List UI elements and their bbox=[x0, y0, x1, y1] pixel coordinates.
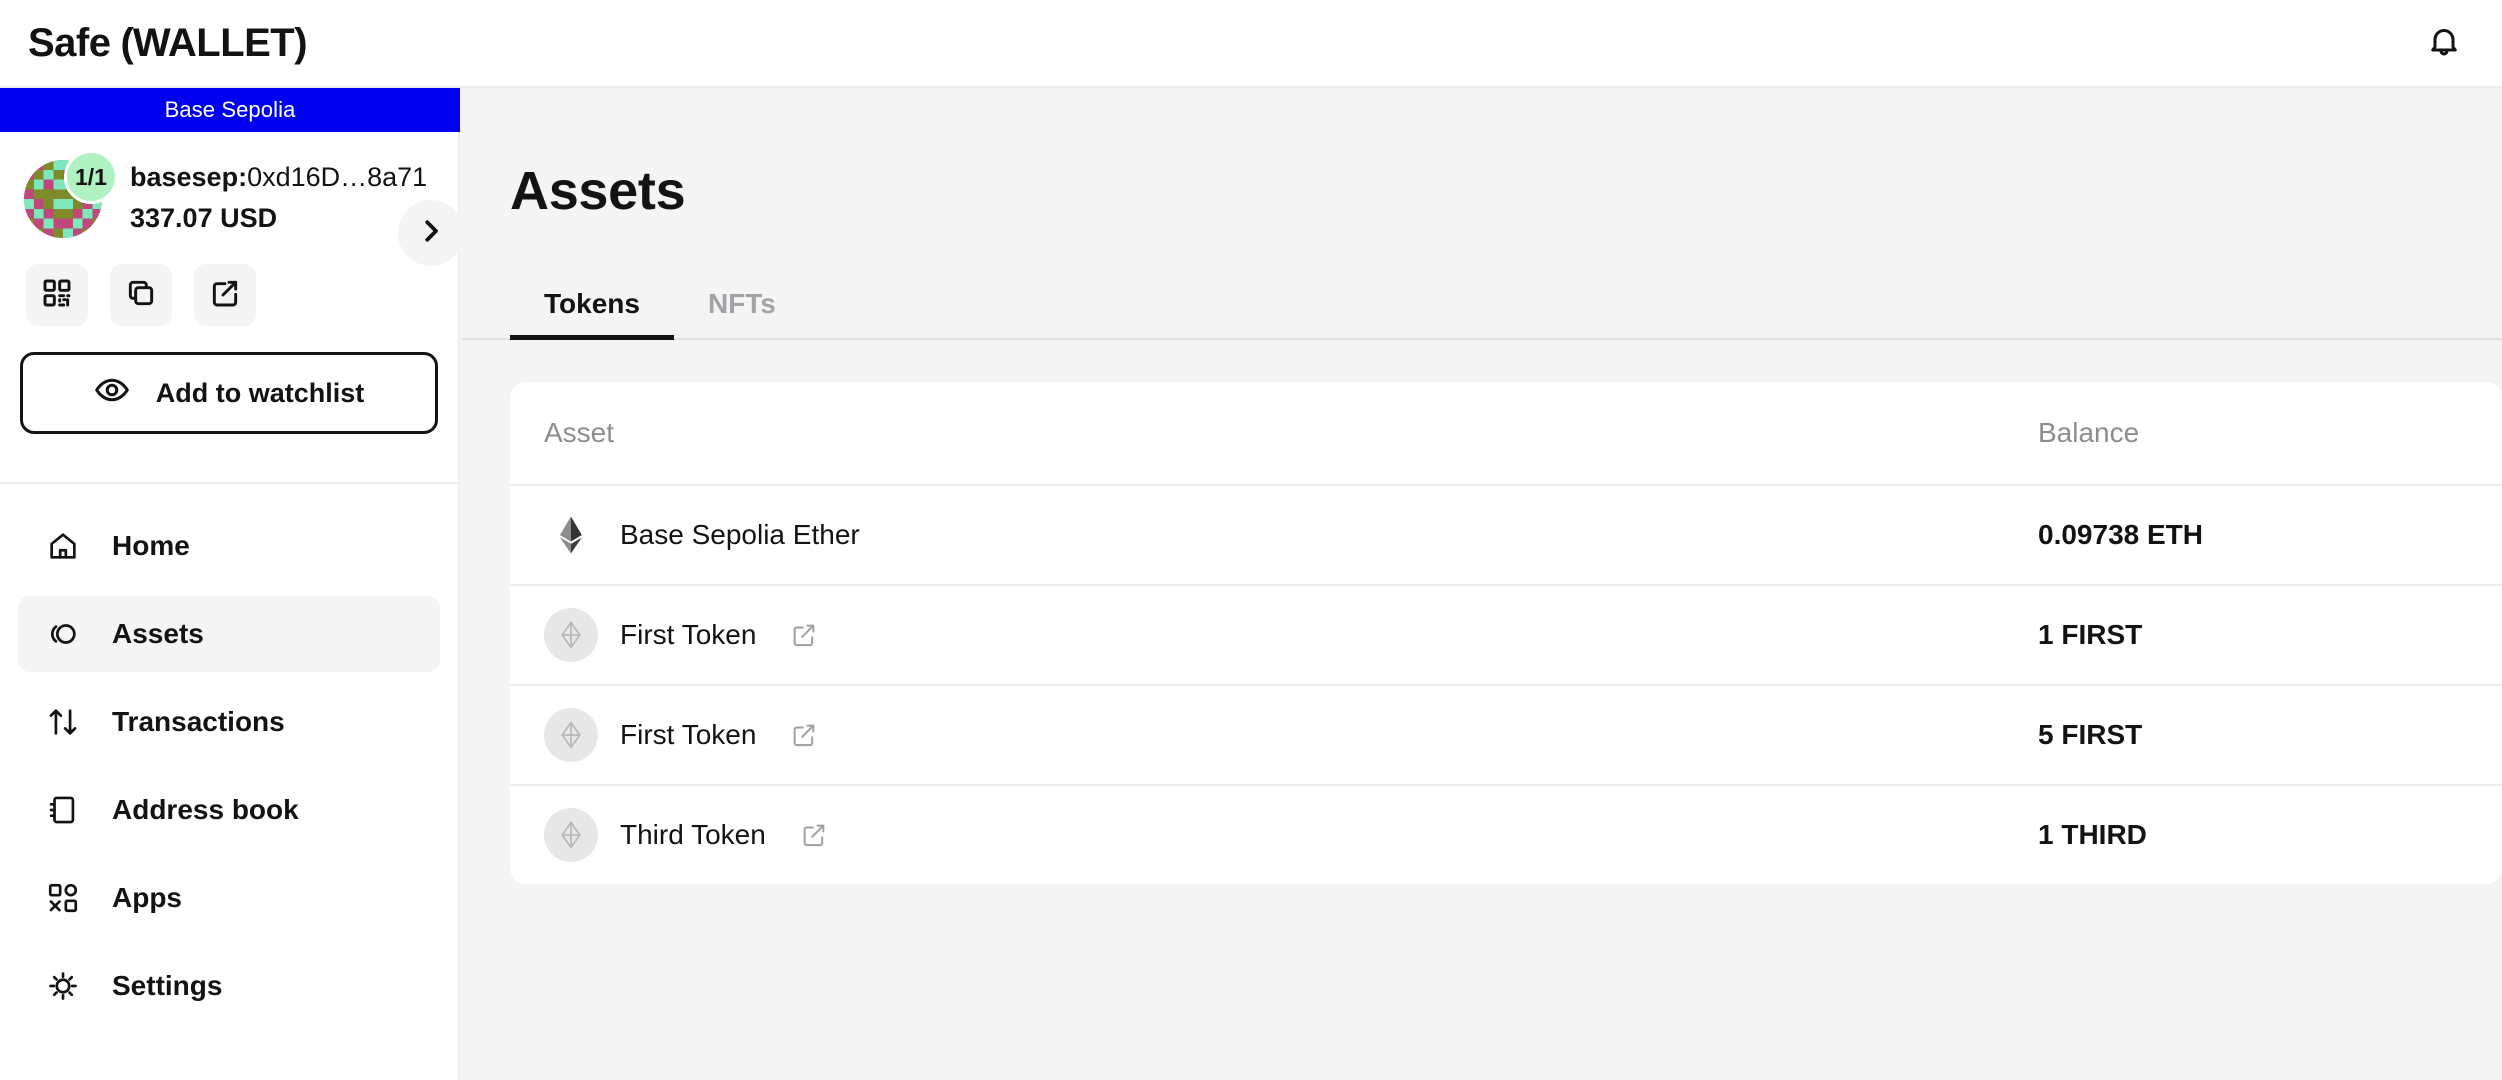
sidebar-item-label: Apps bbox=[112, 882, 182, 913]
watchlist-section: Add to watchlist bbox=[0, 326, 458, 460]
sidebar-item-transactions[interactable]: Transactions bbox=[18, 684, 440, 760]
asset-name: First Token bbox=[620, 719, 757, 750]
account-summary[interactable]: 1/1 basesep:0xd16D…8a71 337.07 USD bbox=[0, 150, 458, 238]
token-placeholder-icon bbox=[544, 608, 598, 662]
asset-cell: First Token bbox=[544, 708, 2038, 762]
brand-bracket-close: ) bbox=[294, 20, 307, 65]
transactions-icon bbox=[44, 703, 82, 741]
eye-icon bbox=[94, 372, 130, 415]
tab-label: Tokens bbox=[544, 288, 640, 319]
page-title: Assets bbox=[510, 161, 686, 221]
asset-cell: Base Sepolia Ether bbox=[544, 508, 2038, 562]
balance-value: 5 FIRST bbox=[2038, 719, 2143, 750]
sidebar-item-apps[interactable]: Apps bbox=[18, 860, 440, 936]
sidebar-item-address-book[interactable]: Address book bbox=[18, 772, 440, 848]
account-details: basesep:0xd16D…8a71 337.07 USD bbox=[130, 156, 427, 234]
app-logo[interactable]: Safe ( WALLET ) bbox=[0, 20, 308, 66]
table-row[interactable]: First Token 5 FIRST bbox=[510, 684, 2502, 784]
assets-icon bbox=[44, 615, 82, 653]
account-block: 1/1 basesep:0xd16D…8a71 337.07 USD Add t… bbox=[0, 132, 458, 484]
account-fiat-balance: 337.07 USD bbox=[130, 203, 278, 233]
network-banner: Base Sepolia bbox=[0, 88, 460, 132]
balance-value: 1 THIRD bbox=[2038, 819, 2147, 850]
balance-value: 1 FIRST bbox=[2038, 619, 2143, 650]
avatar: 1/1 bbox=[24, 150, 118, 238]
asset-cell: First Token bbox=[544, 608, 2038, 662]
tab-label: NFTs bbox=[707, 288, 776, 319]
add-to-watchlist-button[interactable]: Add to watchlist bbox=[20, 352, 438, 434]
explorer-link-button[interactable] bbox=[194, 264, 256, 326]
brand-name: WALLET bbox=[132, 20, 295, 65]
balance-cell: 1 THIRD bbox=[2038, 819, 2468, 851]
token-placeholder-icon bbox=[544, 708, 598, 762]
asset-name: Base Sepolia Ether bbox=[620, 519, 860, 550]
app-root: Safe ( WALLET ) Base Sepolia 1/1 basesep… bbox=[0, 0, 2502, 1080]
balance-cell: 0.09738 ETH bbox=[2038, 519, 2468, 551]
chevron-right-icon bbox=[416, 216, 446, 251]
sidebar-item-label: Settings bbox=[112, 970, 223, 1001]
balance-column-label: Balance bbox=[2038, 417, 2140, 448]
sidebar-item-assets[interactable]: Assets bbox=[18, 596, 440, 672]
bell-icon bbox=[2426, 23, 2462, 64]
table-row[interactable]: First Token 1 FIRST bbox=[510, 584, 2502, 684]
qr-code-icon bbox=[41, 277, 73, 314]
assets-table: Asset Balance Base Sepolia Ether 0.09738… bbox=[510, 382, 2502, 884]
table-row[interactable]: Base Sepolia Ether 0.09738 ETH bbox=[510, 484, 2502, 584]
sidebar-item-label: Transactions bbox=[112, 706, 285, 737]
sidebar-item-label: Address book bbox=[112, 794, 299, 825]
asset-cell: Third Token bbox=[544, 808, 2038, 862]
address-book-icon bbox=[44, 791, 82, 829]
account-address: 0xd16D…8a71 bbox=[247, 162, 428, 192]
tab-nfts[interactable]: NFTs bbox=[674, 288, 810, 338]
brand-bracket-open: ( bbox=[120, 20, 134, 65]
asset-tabs: Tokens NFTs bbox=[462, 274, 2502, 340]
add-to-watchlist-label: Add to watchlist bbox=[155, 377, 365, 408]
table-row[interactable]: Third Token 1 THIRD bbox=[510, 784, 2502, 884]
copy-address-button[interactable] bbox=[110, 264, 172, 326]
settings-icon bbox=[44, 967, 82, 1005]
external-link-icon bbox=[209, 277, 241, 314]
sidebar: Base Sepolia 1/1 basesep:0xd16D…8a71 337… bbox=[0, 88, 460, 1080]
sidebar-item-label: Home bbox=[112, 530, 190, 561]
token-external-link-icon[interactable] bbox=[790, 621, 818, 649]
token-placeholder-icon bbox=[544, 808, 598, 862]
column-header-asset: Asset bbox=[544, 417, 2038, 449]
asset-name: First Token bbox=[620, 619, 757, 650]
main-content: Assets Tokens NFTs Asset Balance Base Se… bbox=[462, 88, 2502, 1080]
qr-code-button[interactable] bbox=[26, 264, 88, 326]
notifications-button[interactable] bbox=[2406, 0, 2502, 87]
asset-name: Third Token bbox=[620, 819, 766, 850]
home-icon bbox=[44, 527, 82, 565]
balance-cell: 5 FIRST bbox=[2038, 719, 2468, 751]
sidebar-item-settings[interactable]: Settings bbox=[18, 948, 440, 1024]
copy-icon bbox=[125, 277, 157, 314]
account-address-line: basesep:0xd16D…8a71 bbox=[130, 162, 427, 193]
sidebar-item-home[interactable]: Home bbox=[18, 508, 440, 584]
account-chain-prefix: basesep: bbox=[130, 162, 248, 192]
column-header-balance: Balance bbox=[2038, 417, 2468, 449]
brand-prefix: Safe bbox=[28, 20, 111, 65]
balance-value: 0.09738 ETH bbox=[2038, 519, 2203, 550]
account-quick-actions bbox=[0, 238, 458, 326]
asset-column-label: Asset bbox=[544, 417, 615, 448]
token-external-link-icon[interactable] bbox=[800, 821, 828, 849]
sidebar-collapse-button[interactable] bbox=[398, 200, 464, 266]
tab-tokens[interactable]: Tokens bbox=[510, 288, 674, 340]
threshold-badge: 1/1 bbox=[64, 150, 118, 204]
sidebar-item-label: Assets bbox=[112, 618, 204, 649]
sidebar-nav: Home Assets Transactions Address book Ap… bbox=[0, 484, 458, 1024]
balance-cell: 1 FIRST bbox=[2038, 619, 2468, 651]
token-external-link-icon[interactable] bbox=[790, 721, 818, 749]
ethereum-logo-icon bbox=[544, 508, 598, 562]
apps-icon bbox=[44, 879, 82, 917]
network-label: Base Sepolia bbox=[164, 97, 296, 122]
top-bar: Safe ( WALLET ) bbox=[0, 0, 2502, 88]
table-header-row: Asset Balance bbox=[510, 382, 2502, 484]
